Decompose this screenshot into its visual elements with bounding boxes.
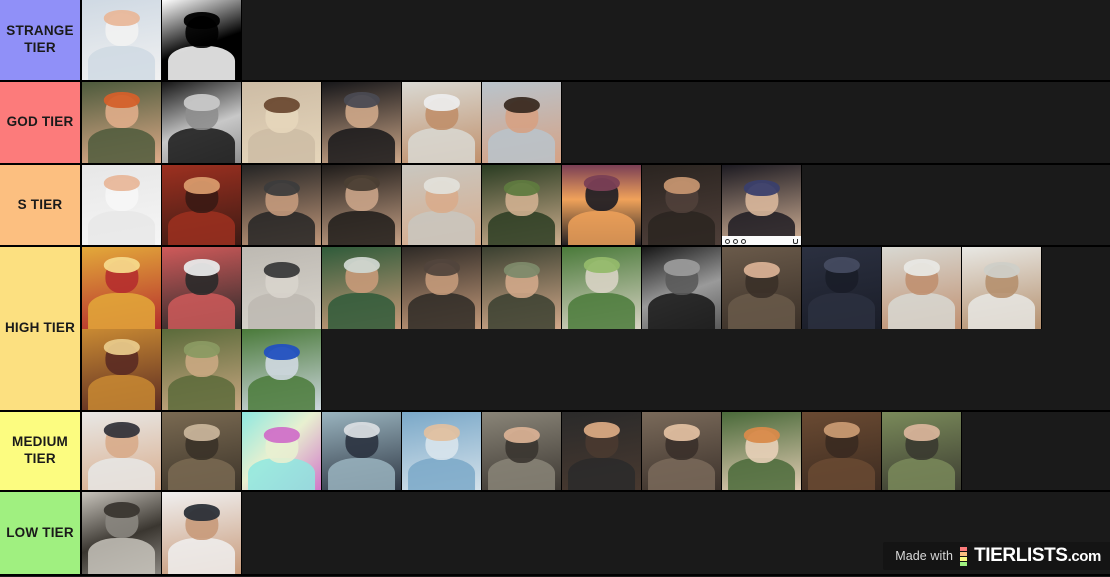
tier-item[interactable] — [562, 247, 642, 329]
tier-label-medium[interactable]: MEDIUM TIER — [0, 412, 82, 490]
tier-item[interactable] — [82, 247, 162, 329]
tier-item[interactable] — [82, 82, 162, 163]
tier-items-medium — [82, 412, 1110, 490]
tier-items-high — [82, 247, 1110, 410]
tier-item[interactable] — [802, 247, 882, 329]
tier-item[interactable] — [82, 329, 162, 410]
tier-label-s[interactable]: S TIER — [0, 165, 82, 245]
tier-item[interactable] — [82, 165, 162, 245]
tier-item[interactable] — [242, 165, 322, 245]
tier-item[interactable] — [242, 82, 322, 163]
instagram-action-bar — [722, 236, 801, 245]
tier-item[interactable] — [482, 165, 562, 245]
tier-items-strange — [82, 0, 1110, 80]
tierlists-watermark[interactable]: Made with TIERLISTS.com — [883, 542, 1110, 570]
tier-item[interactable] — [162, 0, 242, 80]
tier-item[interactable] — [162, 412, 242, 490]
tier-item[interactable] — [642, 247, 722, 329]
tier-item[interactable] — [802, 412, 882, 490]
tier-row-god: GOD TIER — [0, 82, 1110, 165]
tier-item[interactable] — [482, 247, 562, 329]
tier-item[interactable] — [242, 329, 322, 410]
tier-item[interactable] — [242, 247, 322, 329]
tier-label-strange[interactable]: STRANGE TIER — [0, 0, 82, 80]
tier-item[interactable] — [162, 82, 242, 163]
tier-item[interactable] — [562, 412, 642, 490]
tier-row-s: S TIER — [0, 165, 1110, 247]
logo-swatch-yellow — [960, 556, 968, 561]
tier-item[interactable] — [642, 165, 722, 245]
tier-item[interactable] — [322, 247, 402, 329]
tier-item[interactable] — [722, 412, 802, 490]
tier-item[interactable] — [482, 82, 562, 163]
logo-swatch-orange — [960, 551, 968, 556]
tier-item[interactable] — [562, 165, 642, 245]
tier-list-board: STRANGE TIER GOD TIER S TIER HIGH TIER MEDIU… — [0, 0, 1110, 577]
tier-item[interactable] — [162, 329, 242, 410]
tier-item[interactable] — [322, 165, 402, 245]
tier-item[interactable] — [162, 165, 242, 245]
tier-item[interactable] — [482, 412, 562, 490]
tier-item[interactable] — [882, 247, 962, 329]
tier-label-low[interactable]: LOW TIER — [0, 492, 82, 574]
tier-item[interactable] — [82, 492, 162, 574]
tier-item[interactable] — [162, 247, 242, 329]
tier-item[interactable] — [402, 412, 482, 490]
tier-label-god[interactable]: GOD TIER — [0, 82, 82, 163]
tier-items-god — [82, 82, 1110, 163]
tier-item[interactable] — [722, 247, 802, 329]
tier-item[interactable] — [322, 412, 402, 490]
comment-icon — [733, 239, 738, 244]
watermark-made-with-label: Made with — [895, 549, 954, 563]
tier-item[interactable] — [322, 82, 402, 163]
tier-row-strange: STRANGE TIER — [0, 0, 1110, 82]
watermark-brand-suffix: .com — [1067, 548, 1102, 565]
watermark-brand-name: TIERLISTS.com — [974, 545, 1102, 566]
tier-item[interactable] — [962, 247, 1042, 329]
tier-item[interactable] — [402, 82, 482, 163]
share-icon — [741, 239, 746, 244]
bookmark-icon — [793, 239, 798, 244]
heart-icon — [725, 239, 730, 244]
tier-item[interactable] — [882, 412, 962, 490]
tier-item[interactable] — [242, 412, 322, 490]
logo-swatch-green — [960, 561, 968, 566]
tier-item[interactable] — [82, 412, 162, 490]
tier-row-high: HIGH TIER — [0, 247, 1110, 412]
tier-label-high[interactable]: HIGH TIER — [0, 247, 82, 410]
tier-item[interactable] — [722, 165, 802, 245]
tier-item[interactable] — [402, 165, 482, 245]
tierlists-logo-icon — [960, 546, 968, 566]
tier-items-s — [82, 165, 1110, 245]
tier-row-medium: MEDIUM TIER — [0, 412, 1110, 492]
tier-item[interactable] — [82, 0, 162, 80]
tier-item[interactable] — [642, 412, 722, 490]
tier-item[interactable] — [162, 492, 242, 574]
logo-swatch-red — [960, 546, 968, 551]
tier-item[interactable] — [402, 247, 482, 329]
